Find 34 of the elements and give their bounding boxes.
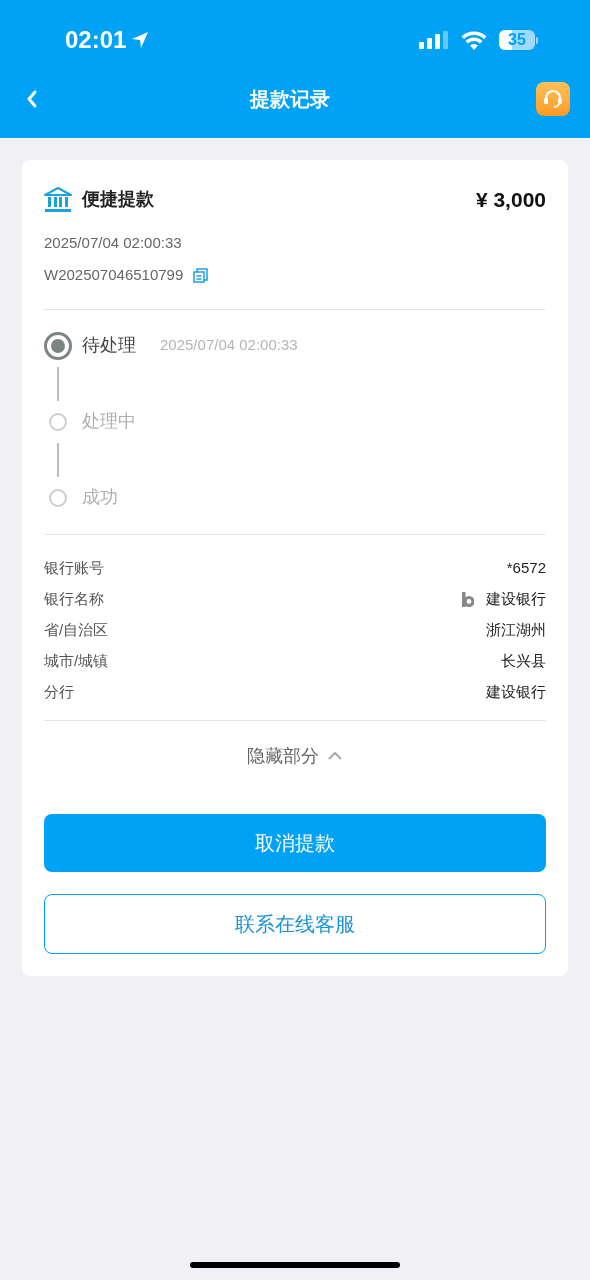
step-label: 处理中 xyxy=(82,410,136,433)
detail-label: 银行名称 xyxy=(44,588,104,609)
status-time: 02:01 xyxy=(65,25,127,55)
detail-label: 城市/城镇 xyxy=(44,650,109,671)
record-datetime: 2025/07/04 02:00:33 xyxy=(44,232,183,253)
detail-label: 省/自治区 xyxy=(44,619,109,640)
detail-label: 分行 xyxy=(44,681,74,702)
detail-label: 银行账号 xyxy=(44,557,104,578)
detail-value: 浙江湖州 xyxy=(486,619,546,640)
contact-support-button[interactable]: 联系在线客服 xyxy=(44,893,546,954)
chevron-icon xyxy=(327,750,343,762)
headset-icon xyxy=(542,88,564,110)
step-time: 2025/07/04 02:00:33 xyxy=(160,335,298,356)
withdrawal-amount: ¥ 3,000 xyxy=(475,187,546,213)
location-arrow-icon xyxy=(130,30,151,50)
withdrawal-method: 便捷提款 xyxy=(82,188,154,212)
copy-button[interactable] xyxy=(192,267,209,284)
step-label: 成功 xyxy=(82,486,118,509)
wifi-icon xyxy=(461,30,487,50)
detail-value: 建设银行 xyxy=(486,681,546,702)
signal-icon xyxy=(419,31,449,49)
back-icon xyxy=(25,89,39,109)
copy-icon xyxy=(192,267,208,283)
detail-value: 长兴县 xyxy=(501,650,546,671)
page-title: 提款记录 xyxy=(250,87,330,112)
hide-section-toggle[interactable]: 隐藏部分 xyxy=(247,742,343,770)
order-id: W202507046510799 xyxy=(44,265,184,285)
bank-icon xyxy=(44,186,72,213)
support-button[interactable] xyxy=(536,82,570,116)
detail-value: *6572 xyxy=(506,557,546,578)
cancel-withdrawal-button[interactable]: 取消提款 xyxy=(44,813,546,872)
detail-value: 建设银行 xyxy=(486,588,546,609)
bank-logo-icon xyxy=(462,591,474,607)
step-label: 待处理 xyxy=(82,334,136,357)
